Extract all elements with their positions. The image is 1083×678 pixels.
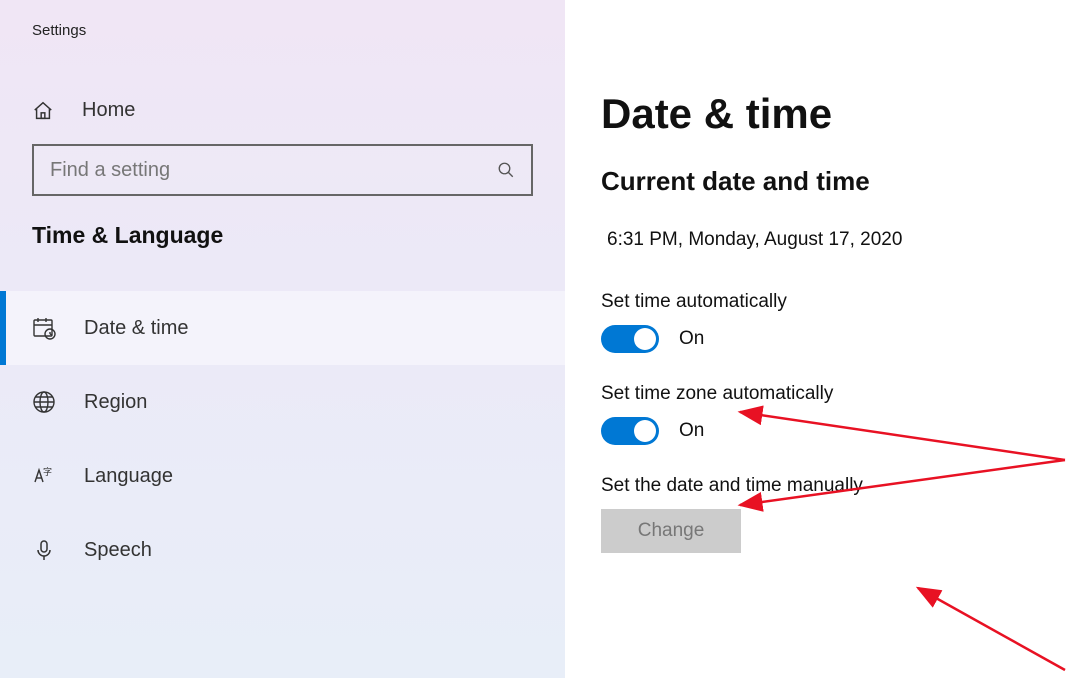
search-input[interactable]: [50, 159, 497, 182]
nav-language[interactable]: 字 Language: [0, 439, 565, 513]
nav-region[interactable]: Region: [0, 365, 565, 439]
nav-label: Speech: [84, 539, 152, 562]
set-time-auto-label: Set time automatically: [601, 291, 1083, 313]
set-manual-label: Set the date and time manually: [601, 475, 1083, 497]
home-label: Home: [82, 99, 135, 122]
home-nav[interactable]: Home: [0, 99, 565, 122]
section-title: Time & Language: [0, 222, 565, 249]
change-button: Change: [601, 509, 741, 553]
nav-label: Region: [84, 391, 147, 414]
set-time-auto-toggle[interactable]: [601, 325, 659, 353]
globe-icon: [32, 390, 56, 414]
language-icon: 字: [32, 464, 56, 488]
subheading-current-datetime: Current date and time: [601, 166, 1083, 197]
calendar-clock-icon: [32, 316, 56, 340]
nav-speech[interactable]: Speech: [0, 513, 565, 587]
app-title: Settings: [0, 22, 565, 39]
nav-label: Language: [84, 465, 173, 488]
content-pane: Date & time Current date and time 6:31 P…: [565, 0, 1083, 678]
svg-text:字: 字: [43, 466, 52, 477]
home-icon: [32, 100, 54, 122]
nav-label: Date & time: [84, 317, 188, 340]
search-box[interactable]: [32, 144, 533, 196]
set-tz-auto-label: Set time zone automatically: [601, 383, 1083, 405]
page-title: Date & time: [601, 90, 1083, 138]
set-time-auto-state: On: [679, 328, 704, 350]
set-tz-auto-toggle[interactable]: [601, 417, 659, 445]
set-tz-auto-state: On: [679, 420, 704, 442]
sidebar: Settings Home Time & Language: [0, 0, 565, 678]
microphone-icon: [32, 538, 56, 562]
search-icon: [497, 161, 515, 179]
nav-date-time[interactable]: Date & time: [0, 291, 565, 365]
datetime-value: 6:31 PM, Monday, August 17, 2020: [607, 229, 1083, 251]
